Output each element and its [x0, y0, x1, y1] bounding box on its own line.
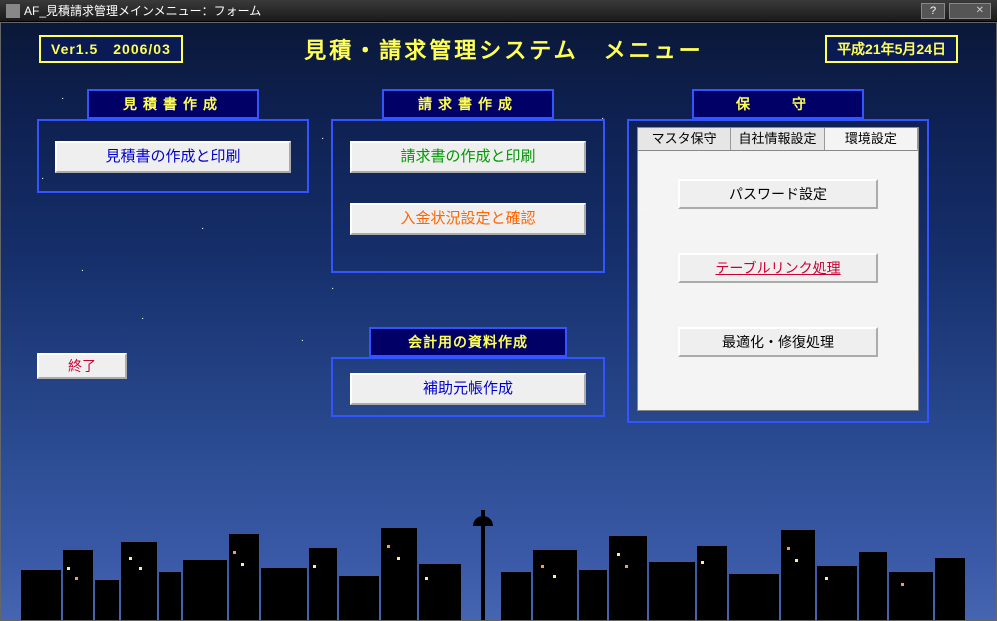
maintenance-frame: マスタ保守 自社情報設定 環境設定 パスワード設定 テーブルリンク処理 最適化・…	[627, 119, 929, 423]
window-title: AF_見積請求管理メインメニュー：フォーム	[24, 2, 261, 19]
btn-password[interactable]: パスワード設定	[678, 179, 878, 209]
section-head-billing: 請求書作成	[382, 89, 554, 119]
system-title: 見積・請求管理システム メニュー	[183, 33, 825, 65]
titlebar: AF_見積請求管理メインメニュー：フォーム ?	[0, 0, 997, 22]
section-head-accounting: 会計用の資料作成	[369, 327, 567, 357]
content-area: · · · · . · · . · · Ver1.5 2006/03 見積・請求…	[0, 22, 997, 621]
section-head-estimate: 見積書作成	[87, 89, 259, 119]
tab-master[interactable]: マスタ保守	[638, 128, 731, 150]
btn-exit[interactable]: 終了	[37, 353, 127, 379]
tab-env[interactable]: 環境設定	[825, 128, 918, 150]
form-icon	[6, 4, 20, 18]
help-button[interactable]: ?	[921, 3, 945, 19]
section-head-maintenance: 保 守	[692, 89, 864, 119]
btn-payment-status[interactable]: 入金状況設定と確認	[350, 203, 586, 235]
close-button[interactable]	[949, 3, 991, 19]
version-box: Ver1.5 2006/03	[39, 35, 183, 63]
date-box: 平成21年5月24日	[825, 35, 958, 63]
column-billing: 請求書作成 請求書の作成と印刷 入金状況設定と確認 会計用の資料作成 補助元帳作…	[331, 89, 605, 423]
panel-accounting: 補助元帳作成	[331, 357, 605, 417]
btn-optimize[interactable]: 最適化・修復処理	[678, 327, 878, 357]
tab-company[interactable]: 自社情報設定	[731, 128, 824, 150]
btn-subledger[interactable]: 補助元帳作成	[350, 373, 586, 405]
btn-billing-create[interactable]: 請求書の作成と印刷	[350, 141, 586, 173]
header-row: Ver1.5 2006/03 見積・請求管理システム メニュー 平成21年5月2…	[19, 33, 978, 65]
tab-body-env: パスワード設定 テーブルリンク処理 最適化・修復処理	[637, 151, 919, 411]
tabs: マスタ保守 自社情報設定 環境設定	[637, 127, 919, 151]
btn-estimate-create[interactable]: 見積書の作成と印刷	[55, 141, 291, 173]
skyline-decoration	[1, 500, 996, 620]
panel-estimate: 見積書の作成と印刷	[37, 119, 309, 193]
column-maintenance: 保 守 マスタ保守 自社情報設定 環境設定 パスワード設定 テーブルリンク処理 …	[627, 89, 929, 423]
panel-billing: 請求書の作成と印刷 入金状況設定と確認	[331, 119, 605, 273]
btn-tablelink[interactable]: テーブルリンク処理	[678, 253, 878, 283]
column-estimate: 見積書作成 見積書の作成と印刷 終了	[37, 89, 309, 423]
